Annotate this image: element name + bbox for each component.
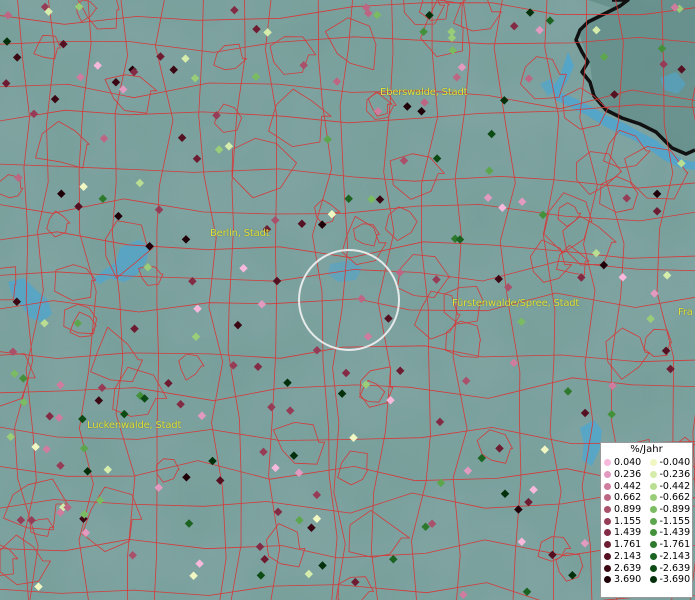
legend-entry: 0.040: [601, 457, 647, 469]
map-legend: %/Jahr 0.040 0.236 0.442 0.662 0.899 1.155 1.4…: [600, 442, 693, 598]
legend-entry: 2.639: [601, 562, 647, 574]
legend-swatch: [604, 494, 611, 502]
place-label-eberswalde[interactable]: Eberswalde, Stadt: [380, 87, 468, 98]
legend-label: 2.143: [614, 550, 642, 562]
map-view[interactable]: Eberswalde, Stadt Berlin, Stadt Fürstenw…: [0, 0, 695, 600]
legend-label: 0.899: [614, 504, 642, 516]
legend-label: 1.761: [614, 539, 642, 551]
legend-label: -2.143: [659, 550, 691, 562]
legend-entry: -0.040: [647, 457, 693, 469]
legend-swatch: [604, 564, 611, 572]
legend-swatch: [649, 494, 657, 502]
legend-swatch: [649, 529, 657, 537]
legend-swatch: [649, 552, 657, 560]
legend-negative-column: -0.040 -0.236 -0.442 -0.662 -0.899 -1.155 -1.4…: [647, 457, 693, 586]
legend-label: 0.236: [614, 469, 642, 481]
legend-label: 3.690: [614, 574, 642, 586]
legend-label: -3.690: [659, 574, 691, 586]
legend-entry: -2.639: [647, 562, 693, 574]
legend-swatch: [604, 459, 611, 467]
legend-label: -1.439: [659, 527, 691, 539]
legend-positive-column: 0.040 0.236 0.442 0.662 0.899 1.155 1.439 1.761…: [601, 457, 647, 586]
legend-label: -1.761: [659, 539, 691, 551]
legend-swatch: [604, 471, 611, 479]
legend-swatch: [604, 517, 611, 525]
legend-entry: -3.690: [647, 574, 693, 586]
legend-label: 1.155: [614, 515, 642, 527]
legend-swatch: [604, 541, 611, 549]
legend-swatch: [649, 576, 657, 584]
legend-label: 1.439: [614, 527, 642, 539]
legend-label: -0.899: [659, 504, 691, 516]
legend-label: -2.639: [659, 562, 691, 574]
legend-swatch: [649, 471, 657, 479]
place-label-fra[interactable]: Fra: [678, 307, 693, 318]
legend-entry: -0.662: [647, 492, 693, 504]
legend-label: -0.040: [659, 457, 691, 469]
legend-label: -1.155: [659, 515, 691, 527]
legend-label: -0.662: [659, 492, 691, 504]
legend-label: 0.442: [614, 480, 642, 492]
legend-swatch: [604, 482, 611, 490]
legend-swatch: [604, 576, 611, 584]
legend-label: -0.236: [659, 469, 691, 481]
legend-label: 0.040: [614, 457, 642, 469]
legend-swatch: [604, 529, 611, 537]
legend-swatch: [604, 552, 611, 560]
legend-entry: 2.143: [601, 551, 647, 563]
legend-entry: -2.143: [647, 551, 693, 563]
legend-entry: 1.155: [601, 515, 647, 527]
legend-swatch: [649, 482, 657, 490]
legend-entry: -1.761: [647, 539, 693, 551]
legend-entry: -0.899: [647, 504, 693, 516]
legend-title: %/Jahr: [630, 444, 663, 455]
legend-entry: -0.236: [647, 469, 693, 481]
legend-entry: -1.439: [647, 527, 693, 539]
legend-entry: 1.761: [601, 539, 647, 551]
legend-entry: 0.662: [601, 492, 647, 504]
legend-entry: 0.442: [601, 480, 647, 492]
legend-swatch: [649, 506, 657, 514]
legend-swatch: [649, 517, 657, 525]
legend-entry: 0.236: [601, 469, 647, 481]
legend-label: 0.662: [614, 492, 642, 504]
place-label-luckenwalde[interactable]: Luckenwalde, Stadt: [87, 420, 181, 431]
legend-swatch: [649, 564, 657, 572]
legend-entry: 0.899: [601, 504, 647, 516]
legend-entry: 1.439: [601, 527, 647, 539]
place-label-fuerstenwalde[interactable]: Fürstenwalde/Spree, Stadt: [452, 298, 579, 309]
legend-label: 2.639: [614, 562, 642, 574]
legend-label: -0.442: [659, 480, 691, 492]
legend-entry: -0.442: [647, 480, 693, 492]
place-label-berlin[interactable]: Berlin, Stadt: [210, 228, 270, 239]
legend-swatch: [649, 541, 657, 549]
legend-swatch: [604, 506, 611, 514]
map-canvas[interactable]: [0, 0, 695, 600]
legend-entry: 3.690: [601, 574, 647, 586]
legend-entry: -1.155: [647, 515, 693, 527]
legend-swatch: [649, 459, 657, 467]
